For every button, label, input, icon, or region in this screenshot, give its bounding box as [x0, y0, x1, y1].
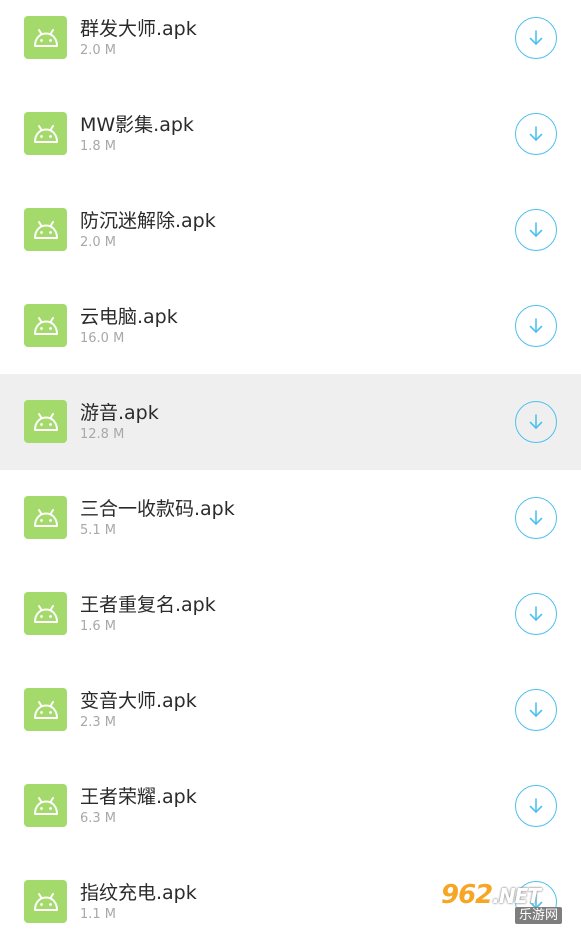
watermark-logo: 962.NET 乐游网: [441, 880, 577, 926]
file-meta: MW影集.apk 1.8 M: [80, 113, 194, 156]
file-row[interactable]: 王者重复名.apk 1.6 M: [0, 566, 581, 662]
android-icon: [24, 16, 67, 59]
download-button[interactable]: [515, 401, 557, 443]
download-button[interactable]: [515, 593, 557, 635]
download-icon: [526, 796, 546, 816]
file-meta: 王者荣耀.apk 6.3 M: [80, 785, 197, 828]
file-meta: 群发大师.apk 2.0 M: [80, 17, 197, 60]
file-name: 王者荣耀.apk: [80, 786, 197, 808]
file-size: 1.8 M: [80, 139, 117, 154]
android-icon: [24, 400, 67, 443]
download-button[interactable]: [515, 785, 557, 827]
file-name: 变音大师.apk: [80, 690, 197, 712]
file-size: 2.0 M: [80, 235, 117, 250]
download-icon: [526, 220, 546, 240]
download-button[interactable]: [515, 497, 557, 539]
file-meta: 防沉迷解除.apk 2.0 M: [80, 209, 216, 252]
file-row[interactable]: 变音大师.apk 2.3 M: [0, 662, 581, 758]
file-size: 1.1 M: [80, 907, 117, 922]
file-name: 指纹充电.apk: [80, 882, 197, 904]
download-button[interactable]: [515, 17, 557, 59]
file-meta: 变音大师.apk 2.3 M: [80, 689, 197, 732]
file-size: 2.0 M: [80, 43, 117, 58]
file-row[interactable]: 群发大师.apk 2.0 M: [0, 0, 581, 86]
watermark-caption: 乐游网: [515, 907, 563, 924]
file-size: 2.3 M: [80, 715, 117, 730]
download-button[interactable]: [515, 209, 557, 251]
file-row[interactable]: 三合一收款码.apk 5.1 M: [0, 470, 581, 566]
android-icon: [24, 208, 67, 251]
file-list: 群发大师.apk 2.0 M MW影集.apk 1.8 M 防沉迷解除.apk 2.0 M…: [0, 0, 581, 930]
download-icon: [526, 316, 546, 336]
file-name: 云电脑.apk: [80, 306, 178, 328]
file-size: 12.8 M: [80, 427, 125, 442]
file-name: 防沉迷解除.apk: [80, 210, 216, 232]
file-row[interactable]: 王者荣耀.apk 6.3 M: [0, 758, 581, 854]
watermark-brand-number: 962: [441, 880, 493, 910]
file-meta: 游音.apk 12.8 M: [80, 401, 159, 444]
file-meta: 云电脑.apk 16.0 M: [80, 305, 178, 348]
file-size: 6.3 M: [80, 811, 117, 826]
android-icon: [24, 784, 67, 827]
watermark-brand: 962.NET: [441, 880, 541, 910]
download-icon: [526, 604, 546, 624]
file-size: 1.6 M: [80, 619, 117, 634]
file-row[interactable]: 防沉迷解除.apk 2.0 M: [0, 182, 581, 278]
android-icon: [24, 112, 67, 155]
download-icon: [526, 508, 546, 528]
file-row[interactable]: 云电脑.apk 16.0 M: [0, 278, 581, 374]
file-name: 王者重复名.apk: [80, 594, 216, 616]
android-icon: [24, 880, 67, 923]
file-size: 16.0 M: [80, 331, 125, 346]
file-name: 游音.apk: [80, 402, 159, 424]
file-meta: 指纹充电.apk 1.1 M: [80, 881, 197, 924]
file-row[interactable]: MW影集.apk 1.8 M: [0, 86, 581, 182]
file-name: MW影集.apk: [80, 114, 194, 136]
file-row[interactable]: 游音.apk 12.8 M: [0, 374, 581, 470]
file-meta: 三合一收款码.apk 5.1 M: [80, 497, 235, 540]
download-icon: [526, 412, 546, 432]
file-meta: 王者重复名.apk 1.6 M: [80, 593, 216, 636]
android-icon: [24, 496, 67, 539]
download-icon: [526, 124, 546, 144]
download-button[interactable]: [515, 689, 557, 731]
watermark-domain: .NET: [492, 884, 541, 908]
download-button[interactable]: [515, 113, 557, 155]
download-icon: [526, 28, 546, 48]
android-icon: [24, 304, 67, 347]
file-name: 三合一收款码.apk: [80, 498, 235, 520]
download-button[interactable]: [515, 305, 557, 347]
download-icon: [526, 700, 546, 720]
android-icon: [24, 688, 67, 731]
file-name: 群发大师.apk: [80, 18, 197, 40]
android-icon: [24, 592, 67, 635]
file-size: 5.1 M: [80, 523, 117, 538]
